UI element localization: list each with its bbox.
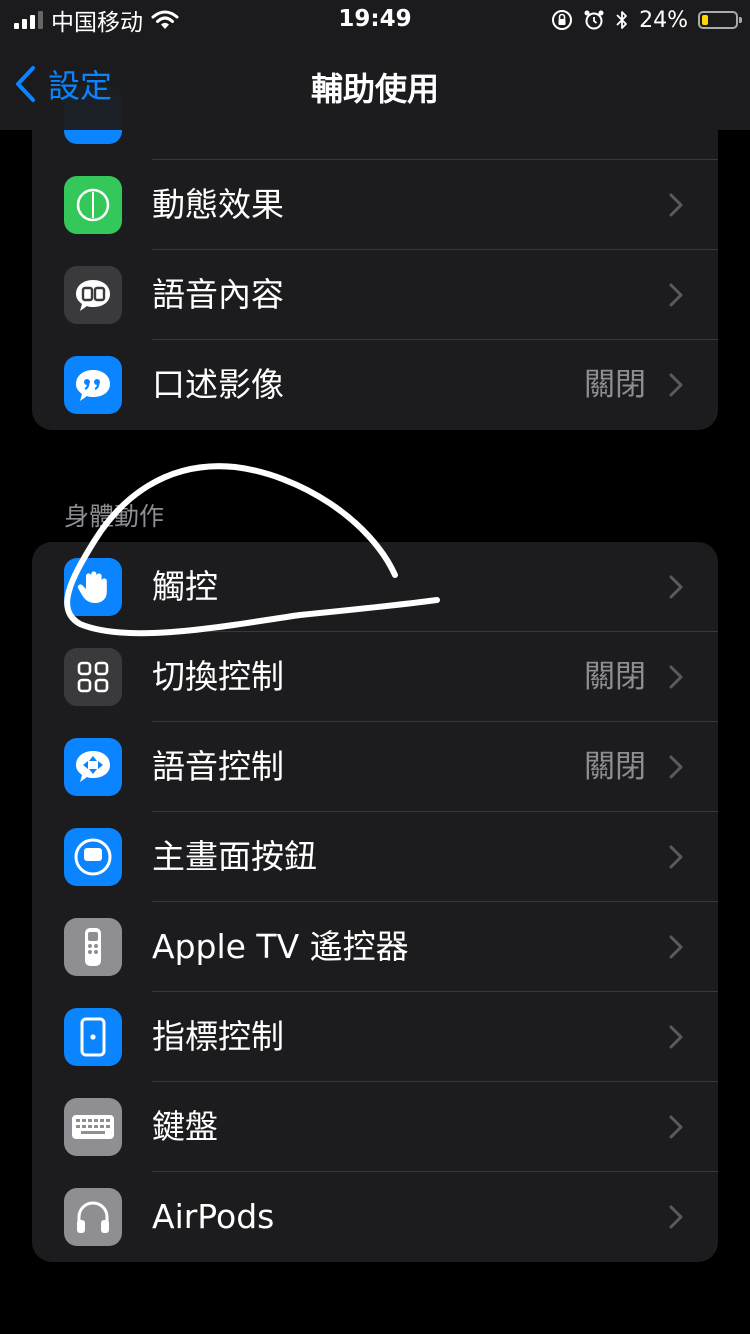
- row-label: 鍵盤: [152, 1107, 218, 1146]
- row-label: Apple TV 遙控器: [152, 927, 409, 966]
- chevron-right-icon: [669, 373, 683, 397]
- list-item-apple-tv-remote[interactable]: Apple TV 遙控器: [32, 902, 718, 992]
- row-label: 主畫面按鈕: [152, 837, 317, 876]
- spoken-content-icon: [64, 266, 122, 324]
- list-item-keyboard[interactable]: 鍵盤: [32, 1082, 718, 1172]
- chevron-right-icon: [669, 1025, 683, 1049]
- row-label: 觸控: [152, 567, 218, 606]
- motion-icon: [64, 176, 122, 234]
- chevron-right-icon: [669, 755, 683, 779]
- row-value: 關閉: [584, 367, 646, 403]
- row-label: 口述影像: [152, 365, 284, 404]
- pointer-control-icon: [64, 1008, 122, 1066]
- status-bar: 中国移动 19:49 24%: [0, 0, 750, 40]
- chevron-right-icon: [669, 575, 683, 599]
- list-item-switch-control[interactable]: 切換控制 關閉: [32, 632, 718, 722]
- list-item-motion[interactable]: 動態效果: [32, 160, 718, 250]
- chevron-right-icon: [669, 845, 683, 869]
- page-title: 輔助使用: [310, 70, 439, 108]
- list-item-home-button[interactable]: 主畫面按鈕: [32, 812, 718, 902]
- row-value: 關閉: [584, 659, 646, 695]
- switch-control-icon: [64, 648, 122, 706]
- row-value: 關閉: [584, 749, 646, 785]
- apple-tv-remote-icon: [64, 918, 122, 976]
- list-item-spoken-content[interactable]: 語音內容: [32, 250, 718, 340]
- chevron-right-icon: [669, 1115, 683, 1139]
- alarm-icon: [584, 10, 604, 30]
- section-header-physical: 身體動作: [64, 502, 165, 531]
- row-label: AirPods: [152, 1197, 275, 1236]
- physical-settings-group: 觸控 切換控制 關閉 語音控制 關閉 主畫面按鈕 Apple TV 遙控器 指標…: [32, 542, 718, 1262]
- row-label: 語音內容: [152, 275, 284, 314]
- chevron-right-icon: [669, 193, 683, 217]
- audio-descriptions-icon: [64, 356, 122, 414]
- battery-percent: 24%: [639, 7, 688, 33]
- list-item-airpods[interactable]: AirPods: [32, 1172, 718, 1262]
- keyboard-icon: [64, 1098, 122, 1156]
- chevron-right-icon: [669, 283, 683, 307]
- home-button-icon: [64, 828, 122, 886]
- chevron-right-icon: [669, 1205, 683, 1229]
- airpods-icon: [64, 1188, 122, 1246]
- row-label: 切換控制: [152, 657, 284, 696]
- orientation-lock-icon: [552, 10, 573, 30]
- battery-icon: [698, 11, 742, 29]
- list-item-audio-descriptions[interactable]: 口述影像 關閉: [32, 340, 718, 430]
- list-item-voice-control[interactable]: 語音控制 關閉: [32, 722, 718, 812]
- status-right: 24%: [551, 6, 742, 34]
- bluetooth-icon: [616, 11, 627, 29]
- chevron-right-icon: [669, 935, 683, 959]
- list-item-pointer-control[interactable]: 指標控制: [32, 992, 718, 1082]
- voice-control-icon: [64, 738, 122, 796]
- row-label: 語音控制: [152, 747, 284, 786]
- row-label: 指標控制: [152, 1017, 284, 1056]
- chevron-right-icon: [669, 665, 683, 689]
- touch-icon: [64, 558, 122, 616]
- list-item-touch[interactable]: 觸控: [32, 542, 718, 632]
- row-label: 動態效果: [152, 185, 284, 224]
